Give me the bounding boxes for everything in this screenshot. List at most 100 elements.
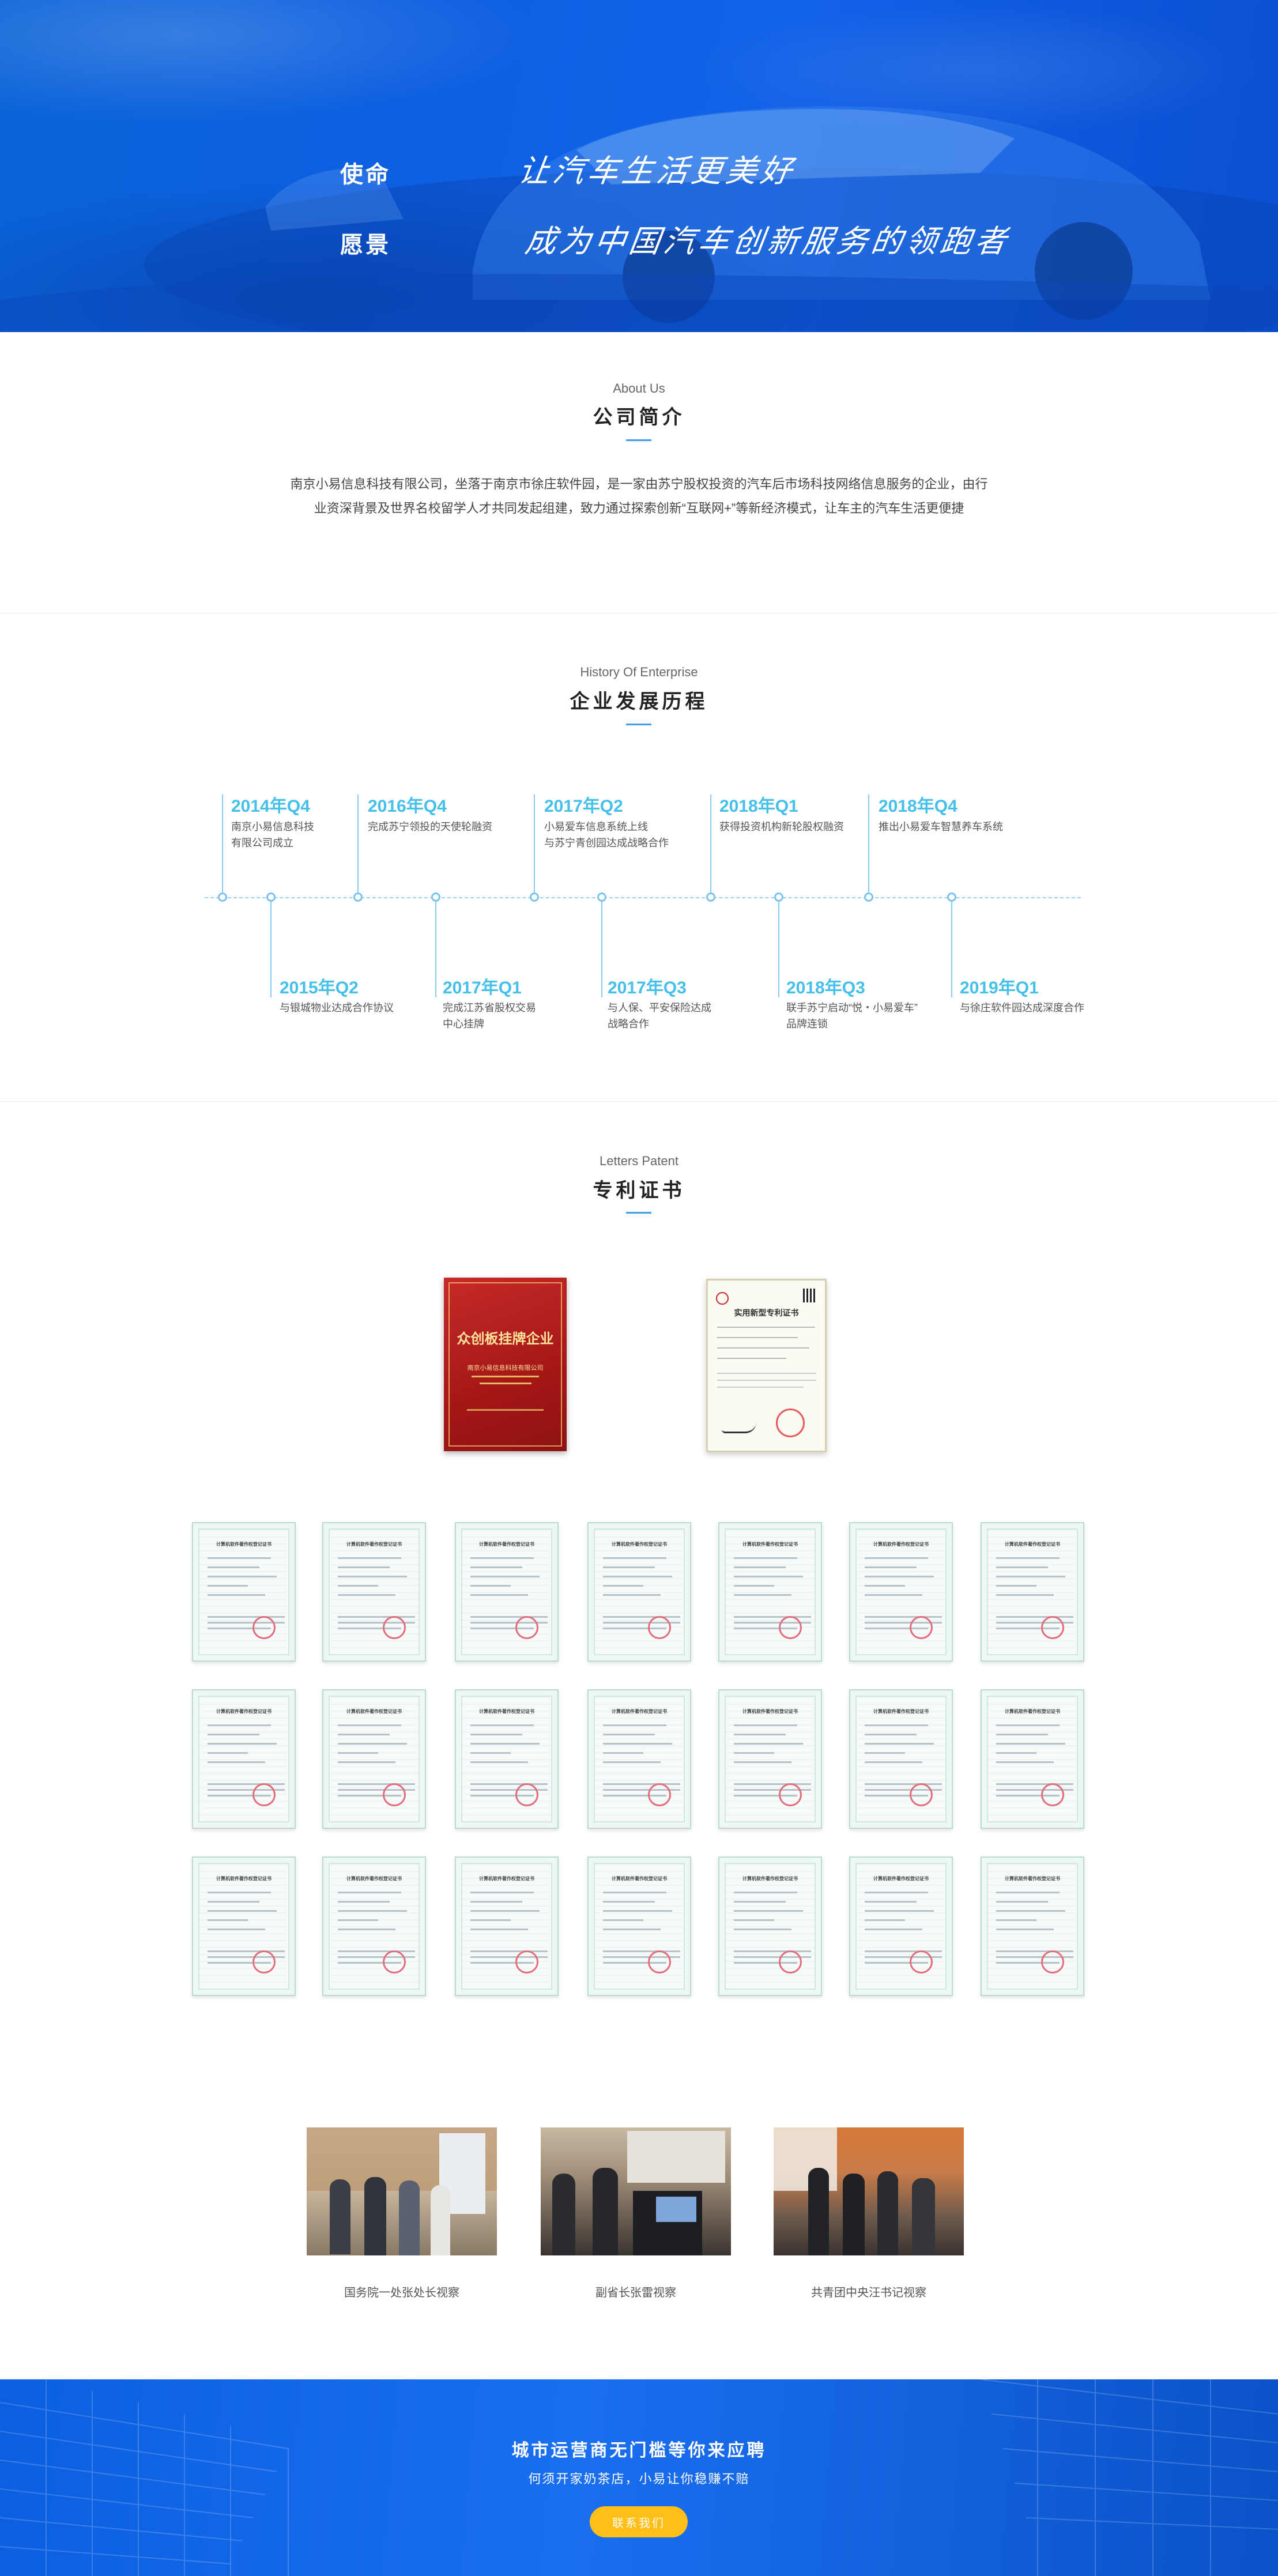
mission-label: 使命 bbox=[340, 162, 391, 187]
patent-emblem-icon bbox=[716, 1292, 729, 1305]
contact-us-button[interactable]: 联系我们 bbox=[590, 2506, 688, 2537]
timeline-dot bbox=[530, 892, 539, 902]
certificate-title: 计算机软件著作权登记证书 bbox=[479, 1709, 534, 1714]
about-en-title: About Us bbox=[613, 381, 665, 396]
red-seal-icon bbox=[383, 1950, 406, 1974]
copyright-certificate-image: 计算机软件著作权登记证书 bbox=[192, 1856, 296, 1996]
copyright-certificate-image: 计算机软件著作权登记证书 bbox=[981, 1689, 1084, 1829]
copyright-certificate-image: 计算机软件著作权登记证书 bbox=[587, 1689, 691, 1829]
milestone-line: 中心挂牌 bbox=[443, 1018, 484, 1030]
red-seal-icon bbox=[515, 1616, 538, 1639]
signature-mark bbox=[722, 1422, 756, 1433]
history-title: 企业发展历程 bbox=[570, 691, 708, 713]
milestone-line: 完成江苏省股权交易 bbox=[443, 1002, 536, 1014]
about-title: 公司简介 bbox=[593, 406, 685, 428]
recruit-subheading: 何须开家奶茶店，小易让你稳赚不赔 bbox=[528, 2472, 750, 2486]
red-seal-icon bbox=[515, 1950, 538, 1974]
milestone-line: 获得投资机构新轮股权融资 bbox=[719, 821, 844, 833]
copyright-certificate-image: 计算机软件著作权登记证书 bbox=[455, 1856, 559, 1996]
timeline-dot bbox=[353, 892, 363, 902]
copyright-certificate-image: 计算机软件著作权登记证书 bbox=[718, 1522, 822, 1662]
timeline-stem bbox=[601, 902, 602, 997]
copyright-certificate-image: 计算机软件著作权登记证书 bbox=[322, 1522, 426, 1662]
timeline-dot bbox=[774, 892, 783, 902]
certificate-title: 计算机软件著作权登记证书 bbox=[873, 1709, 929, 1714]
vision-label: 愿景 bbox=[340, 232, 391, 258]
milestone-year: 2015年Q2 bbox=[280, 978, 359, 997]
copyright-certificate-image: 计算机软件著作权登记证书 bbox=[849, 1689, 953, 1829]
milestone-year: 2014年Q4 bbox=[231, 797, 310, 816]
red-seal-icon bbox=[910, 1616, 933, 1639]
milestone-line: 与人保、平安保险达成 bbox=[608, 1002, 711, 1014]
certificate-title: 计算机软件著作权登记证书 bbox=[873, 1876, 929, 1881]
history-title-underline bbox=[626, 724, 651, 725]
certificate-title: 计算机软件著作权登记证书 bbox=[612, 1709, 667, 1714]
patent-title-underline bbox=[626, 1212, 651, 1214]
copyright-certificate-image: 计算机软件著作权登记证书 bbox=[192, 1522, 296, 1662]
timeline-stem bbox=[357, 794, 359, 892]
red-seal-icon bbox=[910, 1783, 933, 1806]
red-seal-icon bbox=[776, 1408, 805, 1437]
about-title-underline bbox=[626, 439, 651, 441]
red-seal-icon bbox=[779, 1783, 802, 1806]
milestone-year: 2017年Q1 bbox=[443, 978, 522, 997]
red-seal-icon bbox=[515, 1783, 538, 1806]
certificate-title: 计算机软件著作权登记证书 bbox=[479, 1876, 534, 1881]
milestone-year: 2018年Q4 bbox=[879, 797, 957, 816]
history-en-title: History Of Enterprise bbox=[580, 665, 698, 679]
copyright-certificate-image: 计算机软件著作权登记证书 bbox=[455, 1689, 559, 1829]
milestone-line: 品牌连锁 bbox=[786, 1018, 828, 1030]
award-plaque-title: 众创板挂牌企业 bbox=[457, 1331, 554, 1347]
milestone-text: 与银城物业达成合作协议 bbox=[280, 1000, 394, 1016]
milestone-line: 有限公司成立 bbox=[231, 837, 293, 849]
copyright-certificate-image: 计算机软件著作权登记证书 bbox=[322, 1856, 426, 1996]
qr-code-icon bbox=[803, 1289, 817, 1302]
recruit-heading: 城市运营商无门槛等你来应聘 bbox=[511, 2441, 767, 2460]
certificate-title: 计算机软件著作权登记证书 bbox=[216, 1709, 272, 1714]
certificate-title: 计算机软件著作权登记证书 bbox=[612, 1876, 667, 1881]
visit-caption: 共青团中央汪书记视察 bbox=[811, 2287, 926, 2299]
award-plaque-image: 众创板挂牌企业 南京小易信息科技有限公司 bbox=[444, 1278, 567, 1451]
copyright-certificate-image: 计算机软件著作权登记证书 bbox=[322, 1689, 426, 1829]
utility-cert-title: 实用新型专利证书 bbox=[734, 1308, 799, 1317]
visit-photo bbox=[307, 2127, 497, 2255]
certificate-title: 计算机软件著作权登记证书 bbox=[612, 1542, 667, 1547]
timeline-stem bbox=[534, 794, 535, 892]
milestone-line: 联手苏宁启动“悦・小易爱车” bbox=[786, 1002, 918, 1014]
red-seal-icon bbox=[648, 1616, 671, 1639]
certificate-title: 计算机软件著作权登记证书 bbox=[742, 1542, 798, 1547]
timeline-stem bbox=[778, 902, 779, 997]
milestone-text: 小易爱车信息系统上线 与苏宁青创园达成战略合作 bbox=[544, 819, 669, 851]
milestone-year: 2018年Q1 bbox=[719, 797, 798, 816]
copyright-certificate-image: 计算机软件著作权登记证书 bbox=[587, 1522, 691, 1662]
copyright-certificate-image: 计算机软件著作权登记证书 bbox=[718, 1856, 822, 1996]
red-seal-icon bbox=[383, 1783, 406, 1806]
milestone-text: 联手苏宁启动“悦・小易爱车” 品牌连锁 bbox=[786, 1000, 918, 1032]
red-seal-icon bbox=[252, 1950, 276, 1974]
certificate-title: 计算机软件著作权登记证书 bbox=[1005, 1709, 1060, 1714]
certificate-title: 计算机软件著作权登记证书 bbox=[873, 1542, 929, 1547]
visit-photo bbox=[541, 2127, 731, 2255]
timeline-dot bbox=[947, 892, 956, 902]
milestone-text: 与徐庄软件园达成深度合作 bbox=[960, 1000, 1084, 1016]
copyright-certificate-image: 计算机软件著作权登记证书 bbox=[455, 1522, 559, 1662]
timeline-dot bbox=[218, 892, 227, 902]
milestone-year: 2018年Q3 bbox=[786, 978, 865, 997]
milestone-line: 与徐庄软件园达成深度合作 bbox=[960, 1002, 1084, 1014]
certificate-title: 计算机软件著作权登记证书 bbox=[479, 1542, 534, 1547]
about-line-2: 业资深背景及世界名校留学人才共同发起组建，致力通过探索创新“互联网+”等新经济模… bbox=[314, 501, 964, 515]
milestone-year: 2017年Q3 bbox=[608, 978, 687, 997]
milestone-year: 2017年Q2 bbox=[544, 797, 623, 816]
milestone-line: 与银城物业达成合作协议 bbox=[280, 1002, 394, 1014]
certificate-title: 计算机软件著作权登记证书 bbox=[1005, 1542, 1060, 1547]
copyright-certificate-image: 计算机软件著作权登记证书 bbox=[981, 1522, 1084, 1662]
timeline-stem bbox=[868, 794, 869, 892]
visit-photo bbox=[774, 2127, 964, 2255]
utility-patent-certificate-image: 实用新型专利证书 bbox=[706, 1279, 827, 1452]
timeline-stem bbox=[222, 794, 223, 892]
patent-en-title: Letters Patent bbox=[600, 1154, 678, 1168]
timeline-dot bbox=[431, 892, 440, 902]
timeline-stem bbox=[710, 794, 711, 892]
certificate-title: 计算机软件著作权登记证书 bbox=[216, 1876, 272, 1881]
red-seal-icon bbox=[910, 1950, 933, 1974]
